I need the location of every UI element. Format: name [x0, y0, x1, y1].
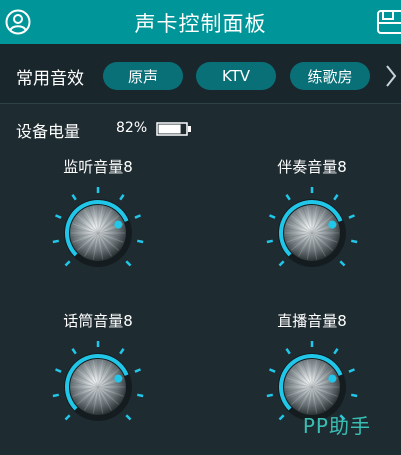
microphone-volume-knob[interactable] — [48, 337, 148, 437]
divider — [0, 103, 401, 104]
knob-indicator — [114, 374, 123, 383]
battery-label: 设备电量 — [16, 122, 81, 141]
knob-tick — [55, 368, 62, 373]
knob-indicator — [328, 374, 337, 383]
knob-tick — [55, 214, 62, 219]
battery-icon — [156, 122, 191, 136]
save-icon[interactable] — [377, 10, 401, 36]
knob-tick — [333, 348, 339, 355]
accompaniment-volume-knob[interactable] — [262, 183, 362, 283]
knob-tick — [52, 239, 60, 244]
knob-tick — [348, 214, 355, 219]
effects-bar: 常用音效 原声 KTV 练歌房 — [0, 44, 401, 104]
knob-tick — [333, 194, 339, 201]
knob-tick — [71, 348, 77, 355]
watermark: PP助手 — [302, 414, 371, 438]
knob-tick — [134, 214, 141, 219]
monitor-volume-knob[interactable] — [48, 183, 148, 283]
knob-tick — [125, 414, 132, 421]
preset-original-button[interactable]: 原声 — [103, 62, 183, 90]
knob-indicator — [114, 220, 123, 229]
knob-tick — [350, 393, 358, 398]
sound-card-panel: 声卡控制面板 常用音效 原声 KTV 练歌房 设备电量 82% 监听音量8 伴奏… — [0, 0, 401, 455]
knob-tick — [52, 393, 60, 398]
knob-tick — [285, 348, 291, 355]
knob-tick — [136, 239, 144, 244]
knob-tick — [278, 260, 285, 267]
knob-tick — [266, 393, 274, 398]
microphone-volume-label: 话筒音量8 — [63, 312, 133, 330]
knob-tick — [134, 368, 141, 373]
knob-tick — [269, 214, 276, 219]
preset-practice-room-button[interactable]: 练歌房 — [290, 62, 370, 90]
knob-tick — [339, 260, 346, 267]
knob-tick — [119, 348, 125, 355]
knob-tick — [269, 368, 276, 373]
knob-tick — [119, 194, 125, 201]
knob-tick — [125, 260, 132, 267]
knob-tick — [136, 393, 144, 398]
effects-label: 常用音效 — [16, 69, 84, 89]
live-volume-label: 直播音量8 — [277, 312, 347, 330]
chevron-right-icon[interactable] — [385, 64, 397, 88]
page-title: 声卡控制面板 — [134, 12, 267, 36]
knob-tick — [64, 414, 71, 421]
knob-tick — [350, 239, 358, 244]
knob-indicator — [328, 220, 337, 229]
knob-tick — [266, 239, 274, 244]
knob-tick — [285, 194, 291, 201]
knob-tick — [348, 368, 355, 373]
knob-tick — [64, 260, 71, 267]
accompaniment-volume-label: 伴奏音量8 — [277, 158, 347, 176]
preset-ktv-button[interactable]: KTV — [196, 62, 276, 90]
title-bar: 声卡控制面板 — [0, 0, 401, 44]
knob-tick — [71, 194, 77, 201]
monitor-volume-label: 监听音量8 — [63, 158, 133, 176]
knob-tick — [278, 414, 285, 421]
battery-percent: 82% — [116, 120, 148, 136]
